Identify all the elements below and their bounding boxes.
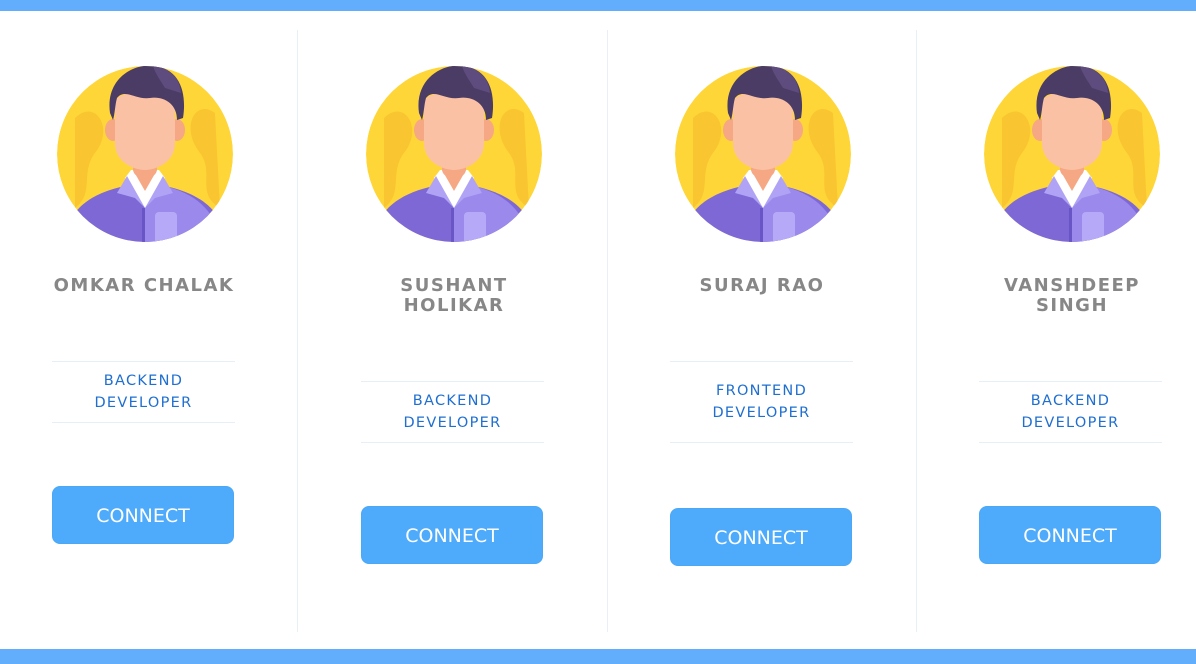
top-accent-bar [0, 0, 1196, 11]
team-card: OMKAR CHALAK BACKEND DEVELOPER CONNECT [52, 30, 237, 632]
bottom-accent-bar [0, 649, 1196, 664]
connect-button[interactable]: CONNECT [979, 506, 1161, 564]
avatar-illustration [57, 66, 233, 242]
member-role: FRONTEND DEVELOPER [670, 361, 853, 443]
member-name: SURAJ RAO [699, 275, 825, 296]
member-role-label: BACKEND DEVELOPER [94, 373, 193, 411]
column-divider [607, 30, 608, 632]
avatar-illustration [366, 66, 542, 242]
team-card: VANSHDEEP SINGH BACKEND DEVELOPER CONNEC… [979, 30, 1164, 632]
column-divider [297, 30, 298, 632]
member-name: VANSHDEEP SINGH [1004, 275, 1140, 316]
team-grid: OMKAR CHALAK BACKEND DEVELOPER CONNECT S… [0, 30, 1196, 632]
member-role-label: FRONTEND DEVELOPER [712, 383, 811, 421]
avatar-illustration [984, 66, 1160, 242]
avatar-illustration [675, 66, 851, 242]
member-role: BACKEND DEVELOPER [52, 361, 235, 423]
male-developer-avatar-icon [55, 58, 235, 244]
male-developer-avatar-icon [982, 58, 1162, 244]
male-developer-avatar-icon [364, 58, 544, 244]
connect-button[interactable]: CONNECT [670, 508, 852, 566]
member-role-label: BACKEND DEVELOPER [403, 393, 502, 431]
male-developer-avatar-icon [673, 58, 853, 244]
member-role: BACKEND DEVELOPER [979, 381, 1162, 443]
team-card: SUSHANT HOLIKAR BACKEND DEVELOPER CONNEC… [361, 30, 546, 632]
column-divider [916, 30, 917, 632]
member-name: OMKAR CHALAK [53, 275, 235, 296]
connect-button[interactable]: CONNECT [361, 506, 543, 564]
member-name: SUSHANT HOLIKAR [400, 275, 508, 316]
member-role: BACKEND DEVELOPER [361, 381, 544, 443]
team-card: SURAJ RAO FRONTEND DEVELOPER CONNECT [670, 30, 855, 632]
connect-button[interactable]: CONNECT [52, 486, 234, 544]
member-role-label: BACKEND DEVELOPER [1021, 393, 1120, 431]
